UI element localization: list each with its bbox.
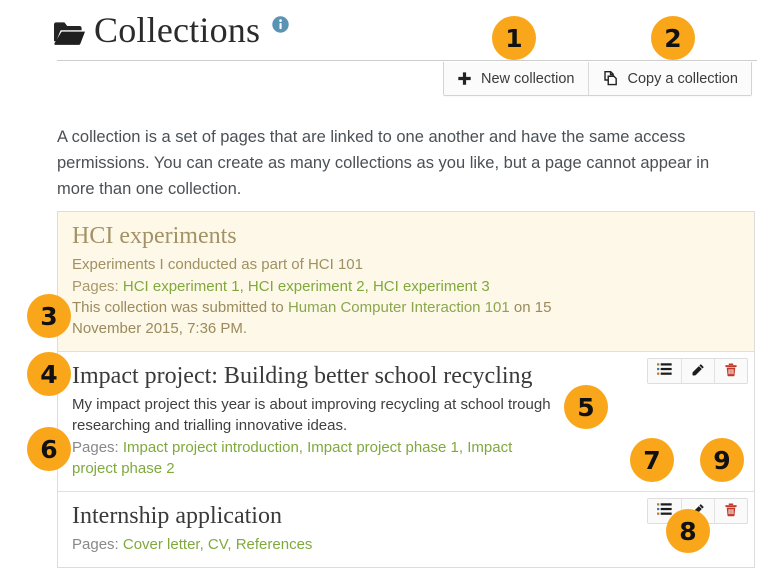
collection-submitted-note: This collection was submitted to Human C… [72,297,612,339]
folder-open-icon [52,17,86,51]
collection-description: Experiments I conducted as part of HCI 1… [72,256,363,273]
annotation-badge-4: 4 [27,352,71,396]
list-icon [657,363,672,379]
submitted-group-link[interactable]: Human Computer Interaction 101 [288,299,510,316]
title-row: Collections [52,8,289,52]
pencil-icon [691,363,705,380]
annotation-badge-1: 1 [492,16,536,60]
collection-title: HCI experiments [72,223,237,249]
collection-title: Internship application [72,503,282,529]
edit-collection-button[interactable] [681,359,714,383]
pages-label: Pages: [72,439,123,456]
page-title: Collections [94,10,261,50]
collection-pages-list: Pages: Cover letter, CV, References [72,534,542,555]
copy-a-collection-label: Copy a collection [627,70,738,87]
page-link[interactable]: HCI experiment 1, HCI experiment 2, HCI … [123,278,490,295]
list-item[interactable]: HCI experiments Experiments I conducted … [58,212,754,352]
annotation-badge-6: 6 [27,427,71,471]
annotation-badge-9: 9 [700,438,744,482]
collection-list: HCI experiments Experiments I conducted … [57,211,755,568]
trash-icon [724,363,738,380]
pages-label: Pages: [72,536,123,553]
new-collection-label: New collection [481,70,575,87]
header-divider [57,60,757,61]
annotation-badge-2: 2 [651,16,695,60]
delete-collection-button[interactable] [714,499,747,523]
pages-label: Pages: [72,278,123,295]
copy-pages-icon [602,70,619,87]
row-action-group [647,358,748,384]
delete-collection-button[interactable] [714,359,747,383]
collections-description: A collection is a set of pages that are … [57,128,710,198]
list-item[interactable]: Internship application Pages: Cover lett… [58,492,754,567]
info-circle-icon[interactable] [272,16,289,33]
trash-icon [724,503,738,520]
page-link[interactable]: Cover letter, CV, References [123,536,313,553]
manage-pages-button[interactable] [648,359,681,383]
page-link[interactable]: Impact project introduction, Impact proj… [72,439,512,477]
submitted-prefix: This collection was submitted to [72,299,288,316]
collection-pages-list: Pages: HCI experiment 1, HCI experiment … [72,276,740,297]
collection-title: Impact project: Building better school r… [72,363,533,389]
new-collection-button[interactable]: New collection [444,62,588,95]
annotation-badge-3: 3 [27,294,71,338]
plus-icon [457,71,472,86]
annotation-badge-7: 7 [630,438,674,482]
collection-pages-list: Pages: Impact project introduction, Impa… [72,437,542,479]
annotation-badge-8: 8 [666,509,710,553]
collection-description: My impact project this year is about imp… [72,396,551,434]
annotation-badge-5: 5 [564,385,608,429]
copy-a-collection-button[interactable]: Copy a collection [587,62,751,95]
collections-toolbar: New collection Copy a collection [443,62,752,96]
